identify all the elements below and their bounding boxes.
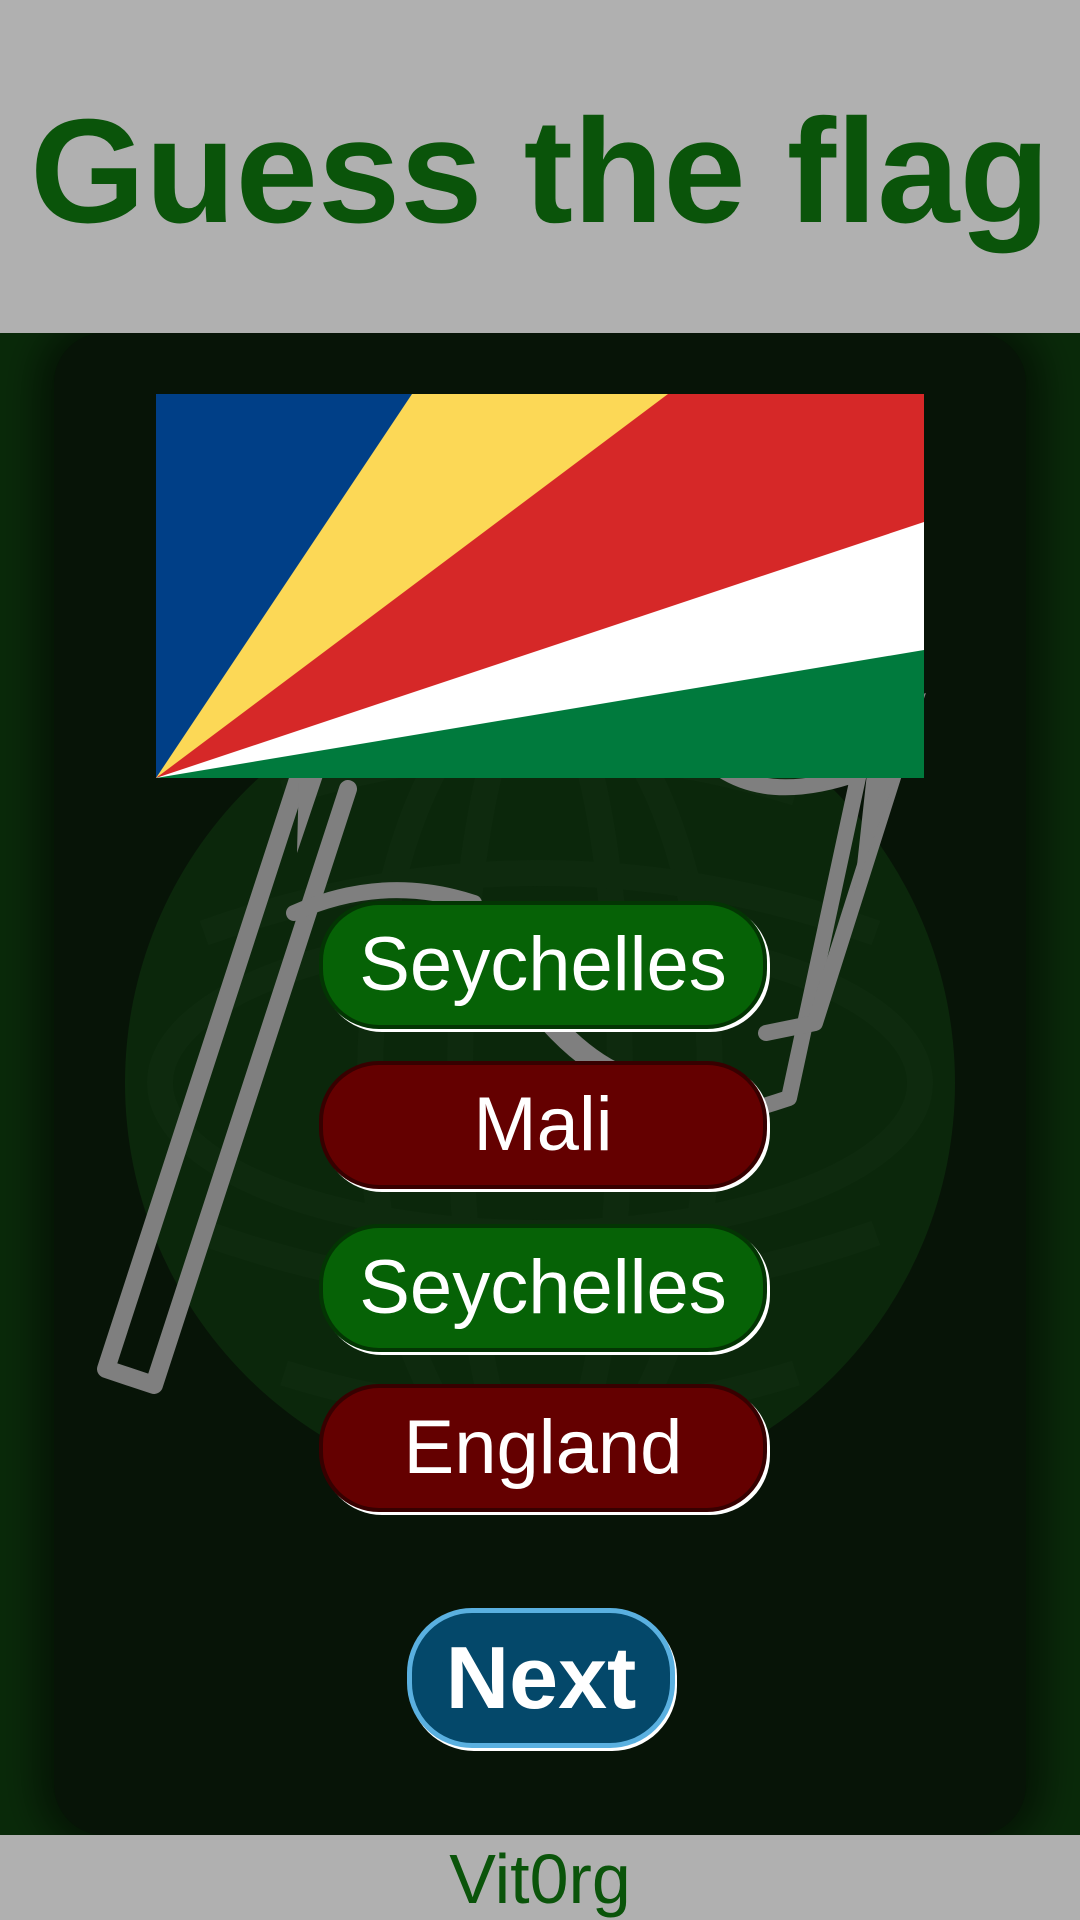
answer-button-1[interactable]: Seychelles	[319, 901, 767, 1029]
answer-button-3[interactable]: Seychelles	[319, 1224, 767, 1352]
next-button[interactable]: Next	[407, 1608, 675, 1748]
page-title: Guess the flag	[30, 89, 1050, 254]
answer-button-2[interactable]: Mali	[319, 1061, 767, 1189]
game-stage: Seychelles Mali Seychelles England Next	[0, 333, 1080, 1835]
brand-label: Vit0rg	[449, 1840, 631, 1918]
game-card: Seychelles Mali Seychelles England Next	[54, 333, 1026, 1835]
header: Guess the flag	[0, 0, 1080, 333]
footer: Vit0rg	[0, 1835, 1080, 1920]
answer-button-4[interactable]: England	[319, 1384, 767, 1512]
